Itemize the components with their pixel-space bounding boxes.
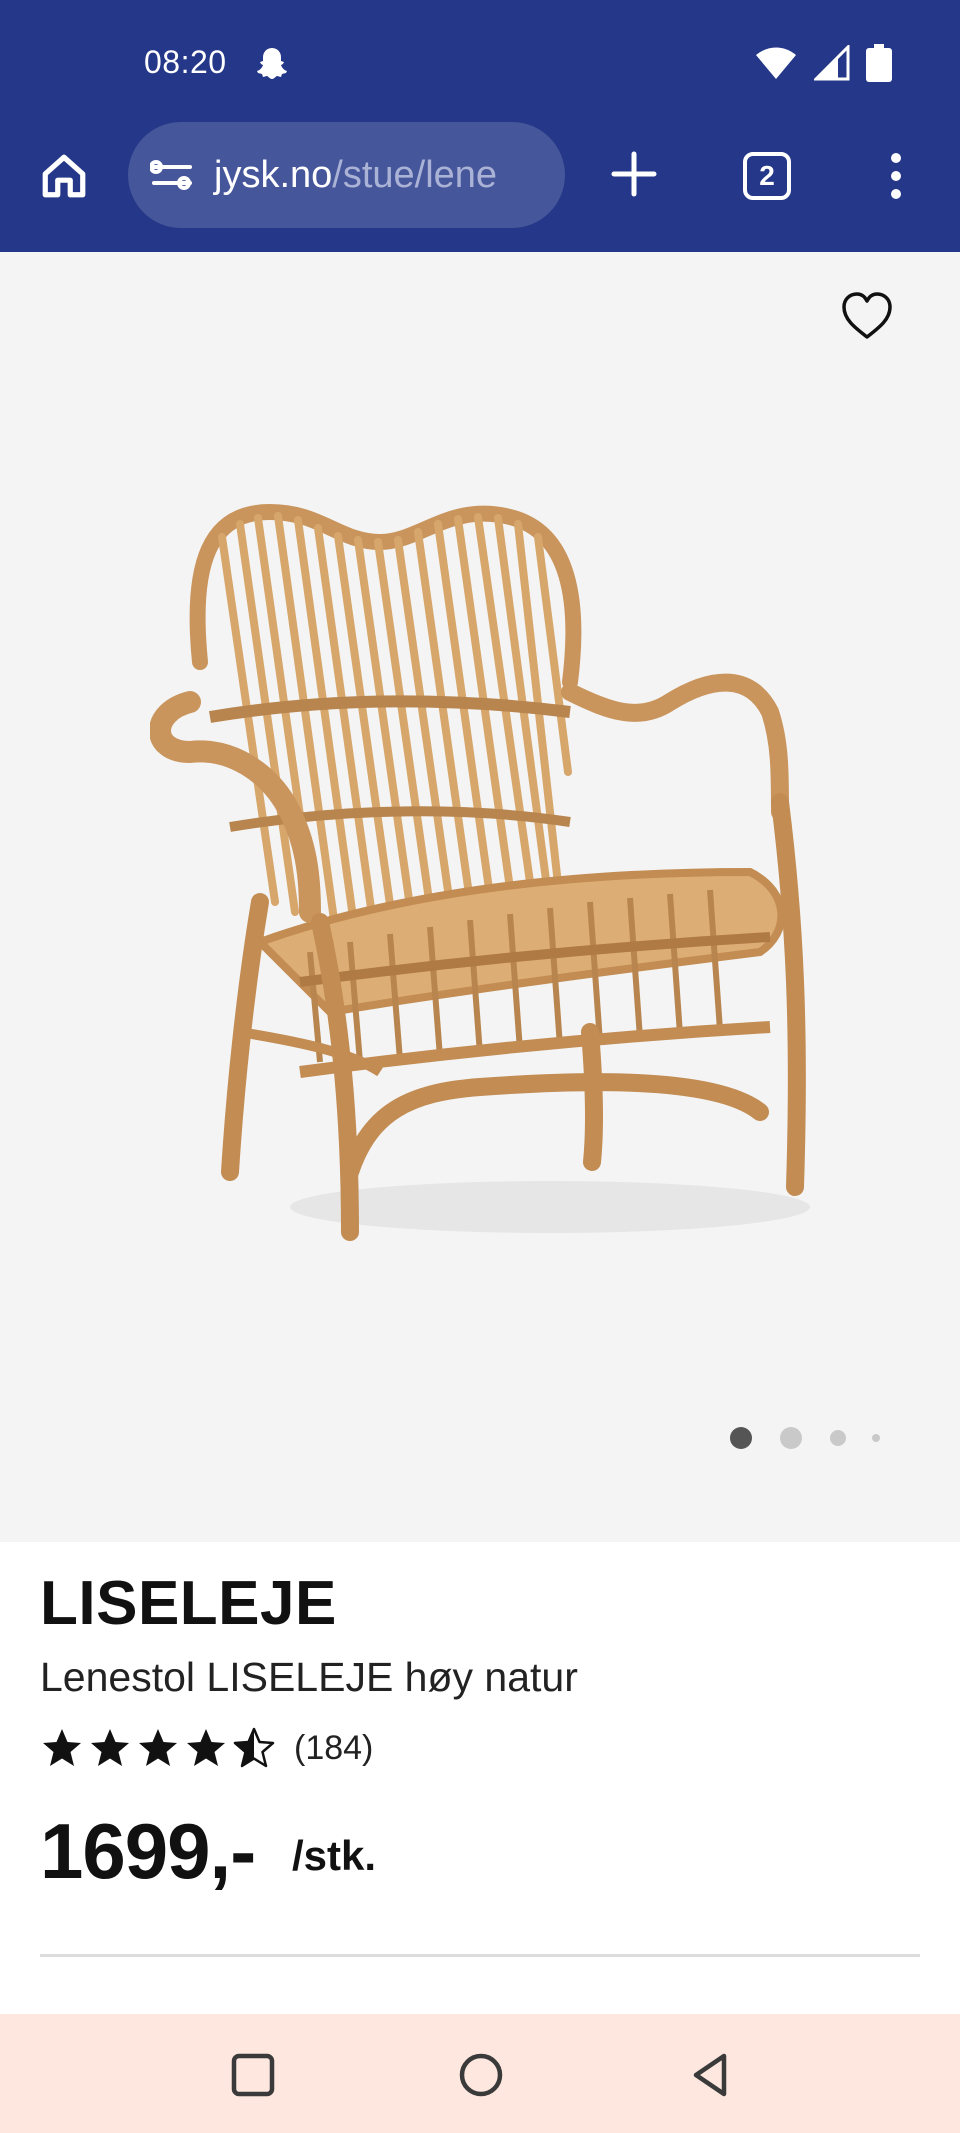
pagination-dot[interactable] <box>780 1427 802 1449</box>
new-tab-icon[interactable] <box>606 146 662 202</box>
product-image <box>149 472 830 1272</box>
product-name: Lenestol LISELEJE høy natur <box>40 1654 578 1700</box>
site-settings-icon[interactable] <box>149 153 194 197</box>
more-menu-icon[interactable] <box>876 148 916 204</box>
status-bar: 08:20 <box>0 0 960 122</box>
star-icon <box>139 1729 177 1766</box>
product-price: 1699,- <box>40 1807 256 1895</box>
recents-icon[interactable] <box>226 2048 280 2102</box>
url-text[interactable]: jysk.no/stue/lene <box>214 154 497 197</box>
battery-icon <box>866 44 892 87</box>
address-bar[interactable]: jysk.no/stue/lene <box>128 122 565 228</box>
tab-switcher-button[interactable]: 2 <box>743 152 791 200</box>
home-icon[interactable] <box>36 148 92 204</box>
system-navigation-bar <box>0 2014 960 2133</box>
star-icon <box>91 1729 129 1766</box>
half-star-icon <box>233 1727 275 1768</box>
signal-icon <box>812 43 850 86</box>
divider <box>40 1954 920 1957</box>
review-count[interactable]: (184) <box>294 1729 373 1768</box>
pagination-dot-active[interactable] <box>730 1427 752 1449</box>
home-circle-icon[interactable] <box>454 2048 508 2102</box>
pagination-dot[interactable] <box>830 1430 846 1446</box>
heart-icon[interactable] <box>838 287 896 345</box>
star-icon <box>187 1729 225 1766</box>
url-domain: jysk.no <box>214 153 333 196</box>
star-icon <box>43 1729 81 1766</box>
status-time: 08:20 <box>144 44 227 80</box>
product-rating[interactable]: (184) <box>40 1722 373 1774</box>
snapchat-ghost-icon <box>252 44 292 84</box>
back-icon[interactable] <box>684 2048 738 2102</box>
url-path: /stue/lene <box>332 153 498 196</box>
product-image-gallery[interactable] <box>0 252 960 1542</box>
wifi-icon <box>754 45 798 86</box>
browser-toolbar: jysk.no/stue/lene 2 <box>0 122 960 252</box>
pagination-dot[interactable] <box>872 1434 880 1442</box>
product-info: LISELEJE Lenestol LISELEJE høy natur (18… <box>0 1542 960 2014</box>
price-unit: /stk. <box>292 1832 377 1879</box>
browser-chrome: 08:20 jysk.no/stue/lene 2 <box>0 0 960 252</box>
product-brand: LISELEJE <box>40 1569 337 1638</box>
rating-stars <box>40 1726 276 1770</box>
